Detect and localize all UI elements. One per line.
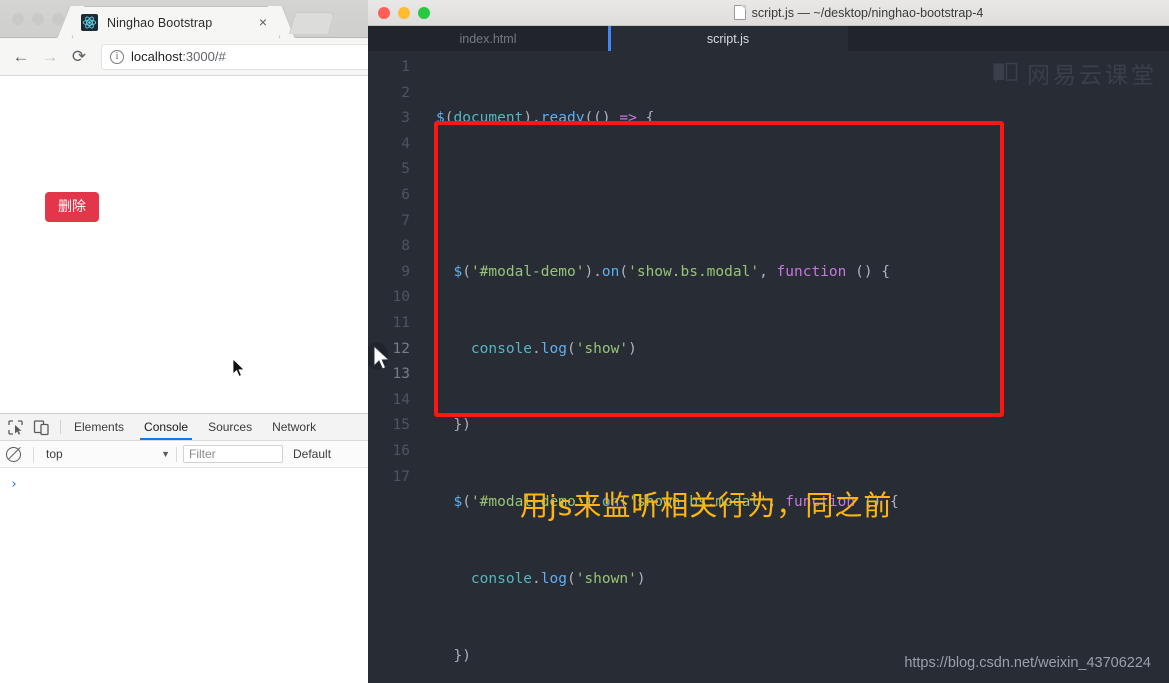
editor-titlebar: script.js — ~/desktop/ninghao-bootstrap-… [368,0,1169,26]
code-line-4: console.log('show') [470,340,637,357]
editor-window-title: script.js — ~/desktop/ninghao-bootstrap-… [733,5,984,20]
address-host: localhost [131,49,183,64]
line-number: 15 [392,417,410,434]
reload-icon[interactable]: ⟳ [66,44,92,70]
devtools-tab-network[interactable]: Network [262,414,326,440]
editor-close-dot[interactable] [378,7,390,19]
line-number: 16 [392,442,410,459]
lesson-caption: 用js来监听相关行为，同之前 [520,489,893,522]
line-number: 3 [401,110,410,127]
toolbar-divider [60,420,61,434]
editor-zoom-dot[interactable] [418,7,430,19]
address-bar[interactable]: i localhost:3000/# [101,43,372,70]
chrome-browser-window: Ninghao Bootstrap × ← → ⟳ i localhost:30… [0,0,380,683]
line-number: 8 [401,238,410,255]
code-lines[interactable]: $(document).ready(() => { $('#modal-demo… [432,55,1169,683]
inspect-element-icon[interactable] [7,419,24,436]
address-path: :3000/# [182,49,226,64]
filterbar-divider-2 [176,446,177,462]
line-number: 1 [401,59,410,75]
device-toolbar-icon[interactable] [33,419,50,436]
code-fold-rail[interactable] [420,55,432,683]
editor-minimize-dot[interactable] [398,7,410,19]
line-number: 14 [392,391,410,408]
code-line-7: console.log('shown') [470,570,646,587]
browser-tabstrip: Ninghao Bootstrap × [0,0,380,38]
console-output-area[interactable]: › [0,468,380,500]
code-line-1: $(document).ready(() => { [436,110,655,127]
browser-tab-ninghao-bootstrap[interactable]: Ninghao Bootstrap × [72,6,280,38]
editor-body: 网易云课堂 1 2 3 4 5 6 7 8 9 10 11 12 13 14 1… [368,51,1169,683]
document-icon [733,5,746,20]
console-prompt-icon: › [10,477,18,492]
devtools-tabbar: Elements Console Sources Network [0,414,380,441]
browser-traffic-lights[interactable] [12,13,64,25]
mouse-cursor-icon [232,358,246,378]
mouse-cursor-icon [368,338,394,378]
browser-close-dot[interactable] [12,13,24,25]
line-number: 2 [401,84,410,101]
forward-icon[interactable]: → [37,44,63,70]
devtools-tab-sources[interactable]: Sources [198,414,262,440]
chevron-down-icon: ▼ [161,449,170,459]
delete-button[interactable]: 删除 [45,192,99,222]
devtools-tab-elements[interactable]: Elements [64,414,134,440]
console-filter-input[interactable]: Filter [183,445,283,463]
info-circle-icon[interactable]: i [110,49,124,64]
code-line-5: }) [453,417,471,434]
editor-window-title-text: script.js — ~/desktop/ninghao-bootstrap-… [751,5,984,20]
editor-tab-script-js[interactable]: script.js [608,26,848,51]
clear-console-icon[interactable] [6,446,21,462]
editor-tabbar: index.html script.js [368,26,1169,51]
browser-tab-title: Ninghao Bootstrap [107,15,213,30]
line-number: 6 [401,186,410,203]
console-filter-placeholder: Filter [189,447,216,461]
blog-url-watermark: https://blog.csdn.net/weixin_43706224 [904,655,1151,671]
browser-minimize-dot[interactable] [32,13,44,25]
devtools-panel: Elements Console Sources Network top ▼ F… [0,413,380,683]
code-line-3: $('#modal-demo').on('show.bs.modal', fun… [453,263,891,280]
line-number: 7 [401,212,410,229]
browser-page-viewport: 删除 Elements Console Sources Network top … [0,76,380,683]
browser-toolbar: ← → ⟳ i localhost:3000/# [0,38,380,76]
line-number: 4 [401,135,410,152]
line-number: 10 [392,289,410,306]
console-context-selector[interactable]: top ▼ [40,447,170,461]
console-filter-bar: top ▼ Filter Default [0,441,380,468]
editor-tab-index-html[interactable]: index.html [368,26,608,51]
console-context-value: top [46,447,63,461]
react-atom-icon [81,14,98,31]
editor-traffic-lights[interactable] [378,7,430,19]
devtools-tool-icons [0,414,57,440]
filterbar-divider-1 [33,446,34,462]
back-icon[interactable]: ← [8,44,34,70]
line-number: 11 [392,314,410,331]
close-icon[interactable]: × [255,15,271,31]
line-number: 9 [401,263,410,280]
address-bar-url: localhost:3000/# [131,49,226,64]
line-number: 17 [392,468,410,485]
code-area[interactable]: 1 2 3 4 5 6 7 8 9 10 11 12 13 14 15 16 1 [368,51,1169,683]
new-tab-button[interactable] [288,12,336,34]
line-number: 5 [401,161,410,178]
console-log-levels[interactable]: Default [293,447,331,461]
code-editor-window: script.js — ~/desktop/ninghao-bootstrap-… [368,0,1169,683]
devtools-tab-console[interactable]: Console [134,414,198,440]
